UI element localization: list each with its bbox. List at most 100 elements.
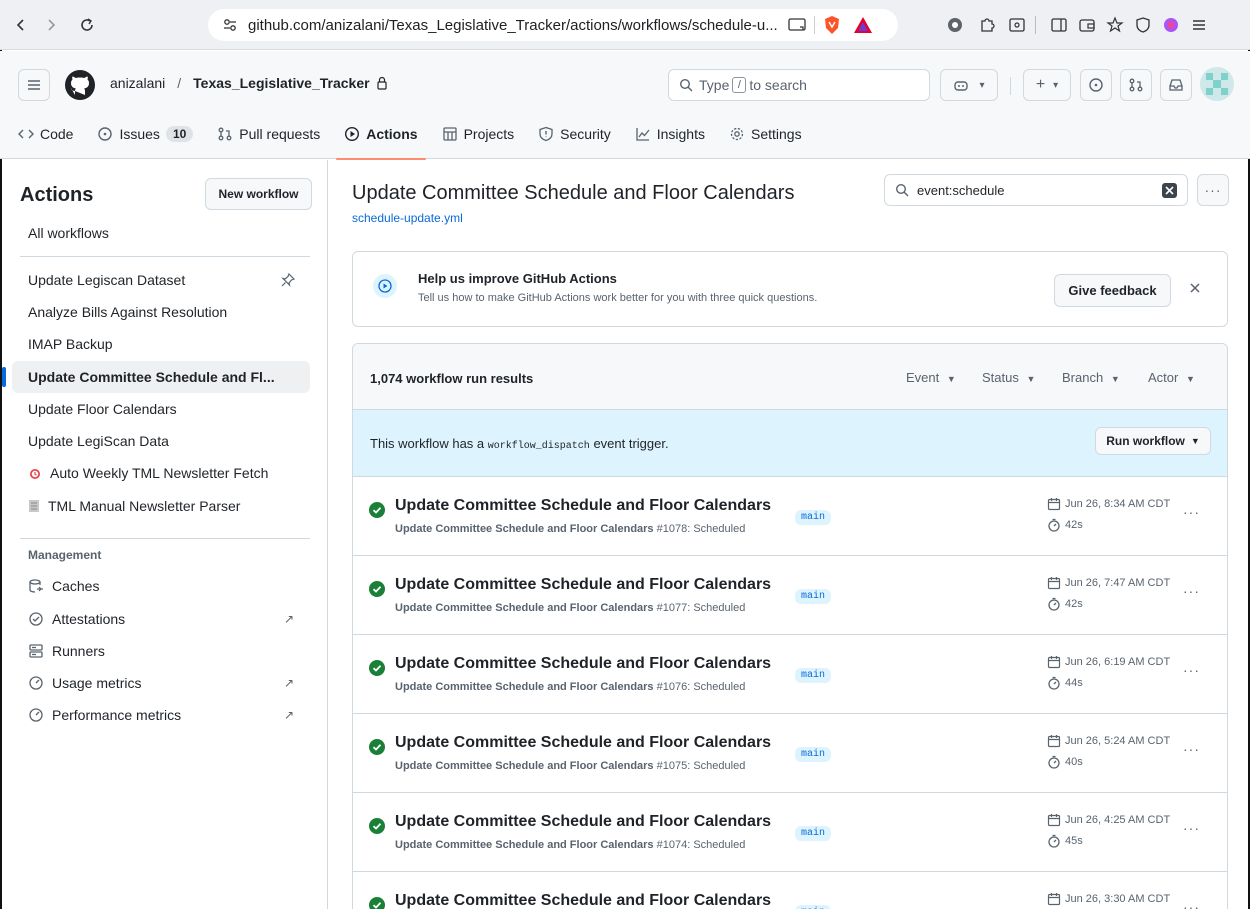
run-subtitle: Update Committee Schedule and Floor Cale…: [395, 760, 745, 772]
repo-name-link[interactable]: Texas_Legislative_Tracker: [193, 75, 369, 91]
stopwatch-icon: [1047, 834, 1061, 848]
filter-event[interactable]: Event ▼: [906, 370, 956, 385]
workflow-run-row[interactable]: Update Committee Schedule and Floor Cale…: [353, 477, 1227, 556]
sidebar-item-usage-metrics[interactable]: Usage metrics ↗: [12, 667, 310, 699]
run-more-icon[interactable]: ···: [1183, 662, 1200, 678]
sidebar-workflow-item[interactable]: Update Floor Calendars: [12, 393, 310, 425]
branch-label[interactable]: main: [795, 905, 832, 909]
run-sub-detail: #1076: Scheduled: [656, 681, 746, 693]
run-more-icon[interactable]: ···: [1183, 899, 1200, 909]
tab-code[interactable]: Code: [18, 121, 73, 147]
tab-pull-requests[interactable]: Pull requests: [217, 121, 320, 147]
sidebar-toggle-icon[interactable]: [1048, 14, 1070, 36]
tab-settings[interactable]: Settings: [729, 121, 802, 147]
workflow-more-button[interactable]: ···: [1197, 174, 1229, 206]
issue-icon: [1089, 78, 1103, 92]
workflow-run-row[interactable]: Update Committee Schedule and Floor Cale…: [353, 556, 1227, 635]
run-title-link[interactable]: Update Committee Schedule and Floor Cale…: [395, 892, 771, 909]
favorites-icon[interactable]: [1104, 14, 1126, 36]
extension-icon[interactable]: [944, 14, 966, 36]
run-more-icon[interactable]: ···: [1183, 583, 1200, 599]
external-arrow-icon: ↗: [283, 612, 294, 626]
sidebar-workflow-item[interactable]: Analyze Bills Against Resolution: [12, 296, 310, 328]
workflow-run-row[interactable]: Update Committee Schedule and Floor Cale…: [353, 793, 1227, 872]
sidebar-workflow-item[interactable]: Update Committee Schedule and Fl...: [2, 361, 310, 393]
wallet-icon[interactable]: [1076, 14, 1098, 36]
brave-rewards-icon[interactable]: [853, 16, 873, 34]
site-info-icon[interactable]: [222, 17, 238, 33]
new-workflow-button[interactable]: New workflow: [205, 178, 312, 210]
copilot-button[interactable]: ▾: [940, 69, 998, 101]
back-icon[interactable]: [6, 10, 36, 40]
reader-mode-icon[interactable]: [1006, 14, 1028, 36]
branch-label[interactable]: main: [795, 826, 832, 841]
workflow-run-row[interactable]: Update Committee Schedule and Floor Cale…: [353, 714, 1227, 793]
tab-issues[interactable]: Issues 10: [97, 121, 194, 147]
hamburger-menu-button[interactable]: [18, 69, 50, 101]
copilot-icon: [954, 81, 969, 91]
filter-status[interactable]: Status ▼: [982, 370, 1035, 385]
close-icon[interactable]: [1189, 282, 1201, 294]
give-feedback-button[interactable]: Give feedback: [1054, 274, 1171, 307]
filter-actor[interactable]: Actor ▼: [1148, 370, 1195, 385]
sidebar-item-runners[interactable]: Runners: [12, 635, 310, 667]
avatar[interactable]: [1200, 67, 1234, 101]
tab-label: Settings: [750, 126, 802, 142]
run-title-link[interactable]: Update Committee Schedule and Floor Cale…: [395, 497, 771, 515]
run-more-icon[interactable]: ···: [1183, 741, 1200, 757]
branch-label[interactable]: main: [795, 668, 832, 683]
sidebar-item-all-workflows[interactable]: All workflows: [12, 217, 310, 249]
puzzle-icon[interactable]: [976, 14, 998, 36]
address-bar[interactable]: github.com/anizalani/Texas_Legislative_T…: [208, 9, 898, 41]
sidebar-workflow-item[interactable]: Auto Weekly TML Newsletter Fetch: [12, 457, 310, 489]
branch-label[interactable]: main: [795, 747, 832, 762]
workflow-file-link[interactable]: schedule-update.yml: [352, 211, 463, 225]
sidebar-item-attestations[interactable]: Attestations ↗: [12, 603, 310, 635]
cast-icon[interactable]: [788, 18, 806, 32]
vpn-icon[interactable]: [1132, 14, 1154, 36]
filter-branch[interactable]: Branch ▼: [1062, 370, 1120, 385]
menu-icon[interactable]: [1188, 14, 1210, 36]
branch-label[interactable]: main: [795, 510, 832, 525]
pull-requests-button[interactable]: [1120, 69, 1152, 101]
sidebar-workflow-item[interactable]: TML Manual Newsletter Parser: [12, 490, 310, 522]
sidebar-item-caches[interactable]: Caches: [12, 570, 310, 602]
brave-shield-icon[interactable]: [823, 15, 841, 35]
forward-icon[interactable]: [36, 10, 66, 40]
run-workflow-button[interactable]: Run workflow ▼: [1095, 427, 1211, 455]
branch-label[interactable]: main: [795, 589, 832, 604]
sidebar-divider: [20, 256, 310, 257]
tab-actions[interactable]: Actions: [336, 121, 426, 160]
repo-owner-link[interactable]: anizalani: [110, 75, 165, 91]
run-title-link[interactable]: Update Committee Schedule and Floor Cale…: [395, 813, 771, 831]
run-title-link[interactable]: Update Committee Schedule and Floor Cale…: [395, 734, 771, 752]
pin-icon[interactable]: [280, 272, 296, 288]
sidebar-item-performance-metrics[interactable]: Performance metrics ↗: [12, 699, 310, 731]
tab-security[interactable]: Security: [538, 121, 611, 147]
workflow-run-row[interactable]: Update Committee Schedule and Floor Cale…: [353, 635, 1227, 714]
reload-icon[interactable]: [72, 10, 102, 40]
workflow-run-row[interactable]: Update Committee Schedule and Floor Cale…: [353, 872, 1227, 909]
tab-projects[interactable]: Projects: [442, 121, 514, 147]
run-more-icon[interactable]: ···: [1183, 504, 1200, 520]
tab-insights[interactable]: Insights: [635, 121, 705, 147]
leo-ai-icon[interactable]: [1160, 14, 1182, 36]
sidebar-item-label: Runners: [52, 643, 105, 659]
run-filter-input[interactable]: event:schedule: [884, 174, 1188, 206]
run-title-link[interactable]: Update Committee Schedule and Floor Cale…: [395, 576, 771, 594]
run-more-icon[interactable]: ···: [1183, 820, 1200, 836]
global-search-input[interactable]: Type / to search: [668, 69, 930, 101]
issues-button[interactable]: [1080, 69, 1112, 101]
create-new-button[interactable]: + ▾: [1023, 69, 1071, 101]
run-date-text: Jun 26, 5:24 AM CDT: [1065, 735, 1171, 747]
github-logo-icon[interactable]: [64, 69, 96, 101]
inbox-button[interactable]: [1160, 69, 1192, 101]
sidebar-divider: [20, 538, 310, 539]
sidebar-workflow-item[interactable]: IMAP Backup: [12, 328, 310, 360]
chevron-down-icon: ▼: [1110, 374, 1120, 384]
sidebar-workflow-item[interactable]: Update Legiscan Dataset: [12, 264, 310, 296]
sidebar-workflow-item[interactable]: Update LegiScan Data: [12, 425, 310, 457]
clear-filter-icon[interactable]: [1162, 183, 1177, 198]
run-title-link[interactable]: Update Committee Schedule and Floor Cale…: [395, 655, 771, 673]
calendar-icon: [1047, 813, 1061, 827]
